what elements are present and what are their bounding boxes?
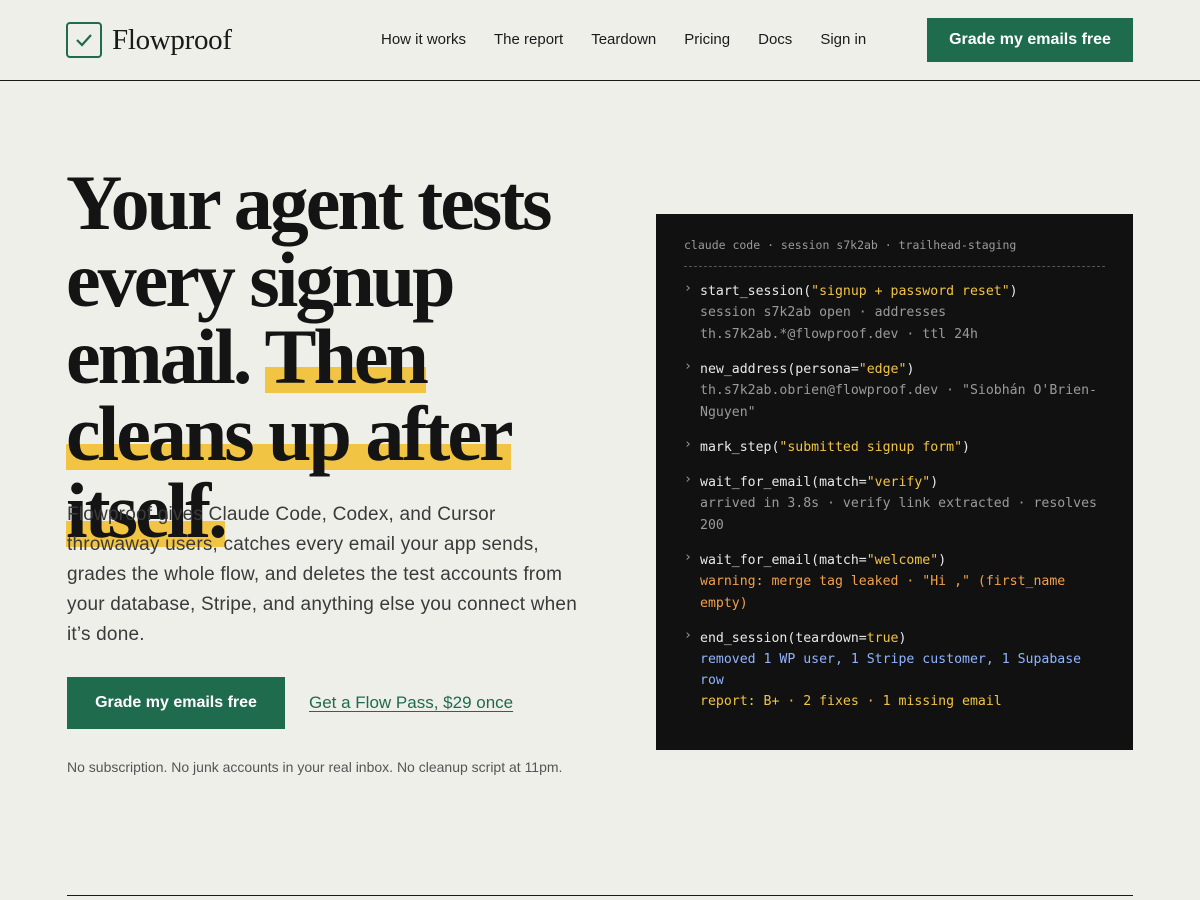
fineprint: No subscription. No junk accounts in you… bbox=[67, 759, 563, 775]
command-output: arrived in 3.8s · verify link extracted … bbox=[700, 496, 1097, 533]
prompt-icon: › bbox=[684, 437, 692, 452]
hero-headline: Your agent tests every signup email. The… bbox=[66, 164, 606, 554]
nav-the-report[interactable]: The report bbox=[494, 30, 563, 50]
brand-name: Flowproof bbox=[112, 23, 232, 56]
prompt-icon: › bbox=[684, 628, 692, 643]
check-icon bbox=[66, 22, 102, 58]
nav-sign-in[interactable]: Sign in bbox=[820, 30, 866, 50]
command-fn: new_address(persona= bbox=[700, 362, 859, 377]
nav-teardown[interactable]: Teardown bbox=[591, 30, 656, 50]
flow-pass-link[interactable]: Get a Flow Pass, $29 once bbox=[309, 693, 513, 713]
nav-pricing[interactable]: Pricing bbox=[684, 30, 730, 50]
site-header: Flowproof How it works The report Teardo… bbox=[0, 0, 1200, 81]
command-arg: "signup + password reset" bbox=[811, 284, 1010, 299]
command-fn: mark_step( bbox=[700, 440, 780, 455]
prompt-icon: › bbox=[684, 550, 692, 565]
command-fn: wait_for_email(match= bbox=[700, 475, 867, 490]
command-report: report: B+ · 2 fixes · 1 missing email bbox=[700, 694, 1002, 709]
header-cta-button[interactable]: Grade my emails free bbox=[927, 18, 1133, 62]
terminal-command: › new_address(persona="edge") th.s7k2ab.… bbox=[684, 359, 1105, 424]
terminal-command: › mark_step("submitted signup form") bbox=[684, 437, 1105, 458]
terminal-header: claude code · session s7k2ab · trailhead… bbox=[684, 238, 1105, 267]
command-close: ) bbox=[898, 631, 907, 646]
command-close: ) bbox=[930, 475, 939, 490]
terminal-command: › wait_for_email(match="verify") arrived… bbox=[684, 472, 1105, 537]
command-close: ) bbox=[962, 440, 970, 455]
command-arg: "welcome" bbox=[866, 553, 939, 568]
command-close: ) bbox=[938, 553, 947, 568]
terminal-command: › start_session("signup + password reset… bbox=[684, 281, 1105, 346]
command-close: ) bbox=[906, 362, 915, 377]
command-arg: "edge" bbox=[858, 362, 907, 377]
prompt-icon: › bbox=[684, 472, 692, 487]
command-warning: warning: merge tag leaked · "Hi ," (firs… bbox=[700, 574, 1066, 611]
section-divider bbox=[67, 895, 1133, 896]
logo[interactable]: Flowproof bbox=[66, 22, 232, 58]
prompt-icon: › bbox=[684, 359, 692, 374]
command-removed: removed 1 WP user, 1 Stripe customer, 1 … bbox=[700, 652, 1082, 688]
main-nav: How it works The report Teardown Pricing… bbox=[381, 30, 894, 50]
prompt-icon: › bbox=[684, 281, 692, 296]
command-close: ) bbox=[1009, 284, 1018, 299]
terminal-command: › end_session(teardown=true) removed 1 W… bbox=[684, 628, 1105, 713]
terminal-command: › wait_for_email(match="welcome") warnin… bbox=[684, 550, 1105, 615]
command-fn: end_session(teardown= bbox=[700, 631, 867, 646]
hero-lead: Flowproof gives Claude Code, Codex, and … bbox=[67, 504, 577, 645]
command-fn: wait_for_email(match= bbox=[700, 553, 867, 568]
command-arg: "verify" bbox=[866, 475, 931, 490]
grade-emails-button[interactable]: Grade my emails free bbox=[67, 677, 285, 729]
nav-docs[interactable]: Docs bbox=[758, 30, 792, 50]
command-arg: "submitted signup form" bbox=[779, 440, 963, 455]
command-fn: start_session( bbox=[700, 284, 812, 299]
command-output: th.s7k2ab.obrien@flowproof.dev · "Siobhá… bbox=[700, 383, 1097, 420]
nav-how-it-works[interactable]: How it works bbox=[381, 30, 466, 50]
command-output: session s7k2ab open · addresses th.s7k2a… bbox=[700, 305, 978, 342]
command-arg: true bbox=[866, 631, 899, 646]
terminal-panel: claude code · session s7k2ab · trailhead… bbox=[656, 214, 1133, 750]
